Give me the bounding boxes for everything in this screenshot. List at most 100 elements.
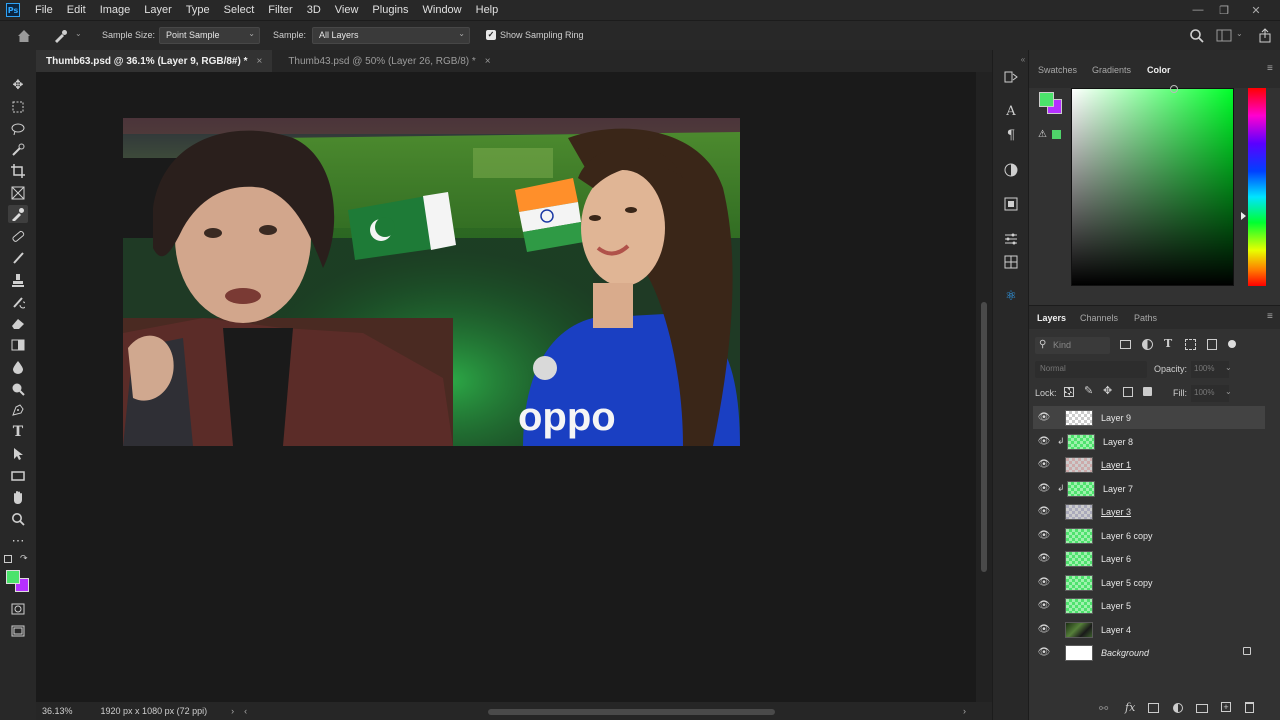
menu-image[interactable]: Image bbox=[93, 0, 138, 20]
layer-name[interactable]: Layer 6 copy bbox=[1101, 531, 1153, 541]
menu-window[interactable]: Window bbox=[416, 0, 469, 20]
document-image[interactable]: oppo bbox=[123, 118, 740, 446]
layer-row[interactable]: 👁 Layer 1 bbox=[1033, 453, 1265, 476]
close-icon[interactable]: × bbox=[485, 56, 491, 67]
layer-name[interactable]: Layer 6 bbox=[1101, 554, 1131, 564]
tab-paths[interactable]: Paths bbox=[1134, 313, 1157, 323]
hand-tool-icon[interactable] bbox=[8, 488, 28, 506]
canvas-area[interactable]: oppo bbox=[36, 72, 976, 702]
tab-thumb43[interactable]: Thumb43.psd @ 50% (Layer 26, RGB/8) * × bbox=[278, 50, 500, 72]
fill-chevron-icon[interactable]: ⌄ bbox=[1225, 387, 1232, 396]
properties-panel-icon[interactable] bbox=[1001, 230, 1021, 248]
menu-type[interactable]: Type bbox=[179, 0, 217, 20]
color-foreground-swatch[interactable] bbox=[1039, 92, 1054, 107]
marquee-tool-icon[interactable] bbox=[8, 98, 28, 116]
history-brush-icon[interactable] bbox=[8, 293, 28, 311]
blur-tool-icon[interactable] bbox=[8, 358, 28, 376]
filter-toggle-icon[interactable] bbox=[1228, 340, 1236, 348]
pen-tool-icon[interactable] bbox=[8, 401, 28, 419]
visibility-eye-icon[interactable]: 👁 bbox=[1037, 624, 1051, 635]
path-selection-icon[interactable] bbox=[8, 445, 28, 463]
color-picker-field[interactable] bbox=[1071, 85, 1234, 286]
menu-filter[interactable]: Filter bbox=[261, 0, 299, 20]
layer-name[interactable]: Layer 1 bbox=[1101, 460, 1131, 470]
paragraph-panel-icon[interactable]: ¶ bbox=[1001, 126, 1021, 144]
screen-mode-icon[interactable] bbox=[8, 622, 28, 640]
panel-menu-icon[interactable]: ≡ bbox=[1267, 63, 1273, 74]
zoom-level[interactable]: 36.13% bbox=[42, 706, 73, 716]
eyedropper-tool-icon[interactable] bbox=[8, 205, 28, 223]
lock-transparent-icon[interactable] bbox=[1064, 387, 1074, 397]
menu-help[interactable]: Help bbox=[469, 0, 506, 20]
opacity-chevron-icon[interactable]: ⌄ bbox=[1225, 363, 1232, 372]
scroll-right-icon[interactable]: › bbox=[963, 706, 966, 716]
layer-row[interactable]: 👁 Background bbox=[1033, 641, 1265, 664]
layer-row[interactable]: 👁 Layer 5 bbox=[1033, 594, 1265, 617]
scroll-left-icon[interactable]: ‹ bbox=[244, 706, 247, 716]
new-layer-icon[interactable]: + bbox=[1221, 702, 1231, 712]
visibility-eye-icon[interactable]: 👁 bbox=[1037, 483, 1051, 494]
close-icon[interactable]: ✕ bbox=[1242, 0, 1270, 20]
layer-row[interactable]: 👁 Layer 3 bbox=[1033, 500, 1265, 523]
tab-color[interactable]: Color bbox=[1147, 65, 1171, 75]
layer-row[interactable]: 👁 Layer 6 copy bbox=[1033, 524, 1265, 547]
layer-row[interactable]: 👁 ↲ Layer 7 bbox=[1033, 477, 1265, 500]
menu-layer[interactable]: Layer bbox=[137, 0, 179, 20]
brush-tool-icon[interactable] bbox=[8, 249, 28, 267]
visibility-eye-icon[interactable]: 👁 bbox=[1037, 506, 1051, 517]
eraser-tool-icon[interactable] bbox=[8, 314, 28, 332]
menu-file[interactable]: File bbox=[28, 0, 60, 20]
rectangle-tool-icon[interactable] bbox=[8, 467, 28, 485]
quick-mask-icon[interactable] bbox=[8, 600, 28, 618]
close-icon[interactable]: × bbox=[256, 56, 262, 67]
default-colors-icon[interactable] bbox=[4, 555, 12, 563]
visibility-eye-icon[interactable]: 👁 bbox=[1037, 647, 1051, 658]
layer-row[interactable]: 👁 Layer 5 copy bbox=[1033, 571, 1265, 594]
link-layers-icon[interactable]: ⚯ bbox=[1099, 702, 1108, 715]
channels-grid-icon[interactable] bbox=[1001, 253, 1021, 271]
layer-row[interactable]: 👁 Layer 9 bbox=[1033, 406, 1265, 429]
eyedropper-preset-icon[interactable] bbox=[52, 28, 70, 44]
add-mask-icon[interactable] bbox=[1148, 703, 1159, 713]
layer-name[interactable]: Layer 9 bbox=[1101, 413, 1131, 423]
move-tool-icon[interactable]: ✥ bbox=[8, 76, 28, 94]
filter-smart-object-icon[interactable] bbox=[1207, 339, 1217, 350]
menu-select[interactable]: Select bbox=[217, 0, 262, 20]
filter-type-icon[interactable]: T bbox=[1164, 337, 1172, 350]
layer-name[interactable]: Layer 7 bbox=[1103, 484, 1133, 494]
visibility-eye-icon[interactable]: 👁 bbox=[1037, 436, 1051, 447]
layer-row[interactable]: 👁 Layer 6 bbox=[1033, 547, 1265, 570]
show-sampling-ring-checkbox[interactable]: ✓ bbox=[486, 30, 496, 40]
layer-name[interactable]: Layer 5 bbox=[1101, 601, 1131, 611]
layer-style-icon[interactable]: fx bbox=[1125, 701, 1135, 714]
layers-panel-menu-icon[interactable]: ≡ bbox=[1267, 311, 1273, 322]
hue-slider-handle[interactable] bbox=[1241, 212, 1246, 220]
filter-adjustment-icon[interactable] bbox=[1142, 339, 1153, 350]
visibility-eye-icon[interactable]: 👁 bbox=[1037, 577, 1051, 588]
tab-layers[interactable]: Layers bbox=[1037, 313, 1066, 323]
gradient-tool-icon[interactable] bbox=[8, 336, 28, 354]
dodge-tool-icon[interactable] bbox=[8, 380, 28, 398]
home-icon[interactable] bbox=[16, 28, 32, 44]
lock-all-icon[interactable] bbox=[1143, 387, 1152, 396]
blend-mode-select[interactable]: Normal bbox=[1035, 361, 1147, 378]
visibility-eye-icon[interactable]: 👁 bbox=[1037, 412, 1051, 423]
collapse-icon[interactable]: « bbox=[1018, 50, 1028, 68]
menu-3d[interactable]: 3D bbox=[300, 0, 328, 20]
visibility-eye-icon[interactable]: 👁 bbox=[1037, 530, 1051, 541]
search-icon[interactable] bbox=[1189, 28, 1205, 44]
layer-filter-kind[interactable]: ⚲ Kind bbox=[1035, 337, 1110, 354]
filter-pixel-icon[interactable] bbox=[1120, 340, 1131, 349]
crop-tool-icon[interactable] bbox=[8, 162, 28, 180]
restore-icon[interactable]: ❐ bbox=[1210, 0, 1238, 20]
chevron-right-icon[interactable]: › bbox=[231, 706, 234, 716]
character-panel-icon[interactable]: A bbox=[1001, 102, 1021, 120]
visibility-eye-icon[interactable]: 👁 bbox=[1037, 600, 1051, 611]
menu-view[interactable]: View bbox=[328, 0, 366, 20]
workspace-chevron-icon[interactable]: ⌄ bbox=[1236, 29, 1243, 38]
tab-thumb63[interactable]: Thumb63.psd @ 36.1% (Layer 9, RGB/8#) * … bbox=[36, 50, 273, 72]
vertical-scroll-thumb[interactable] bbox=[981, 302, 987, 572]
new-group-icon[interactable] bbox=[1196, 704, 1208, 713]
horizontal-scroll-thumb[interactable] bbox=[488, 709, 775, 715]
vertical-scrollbar[interactable] bbox=[976, 72, 992, 702]
